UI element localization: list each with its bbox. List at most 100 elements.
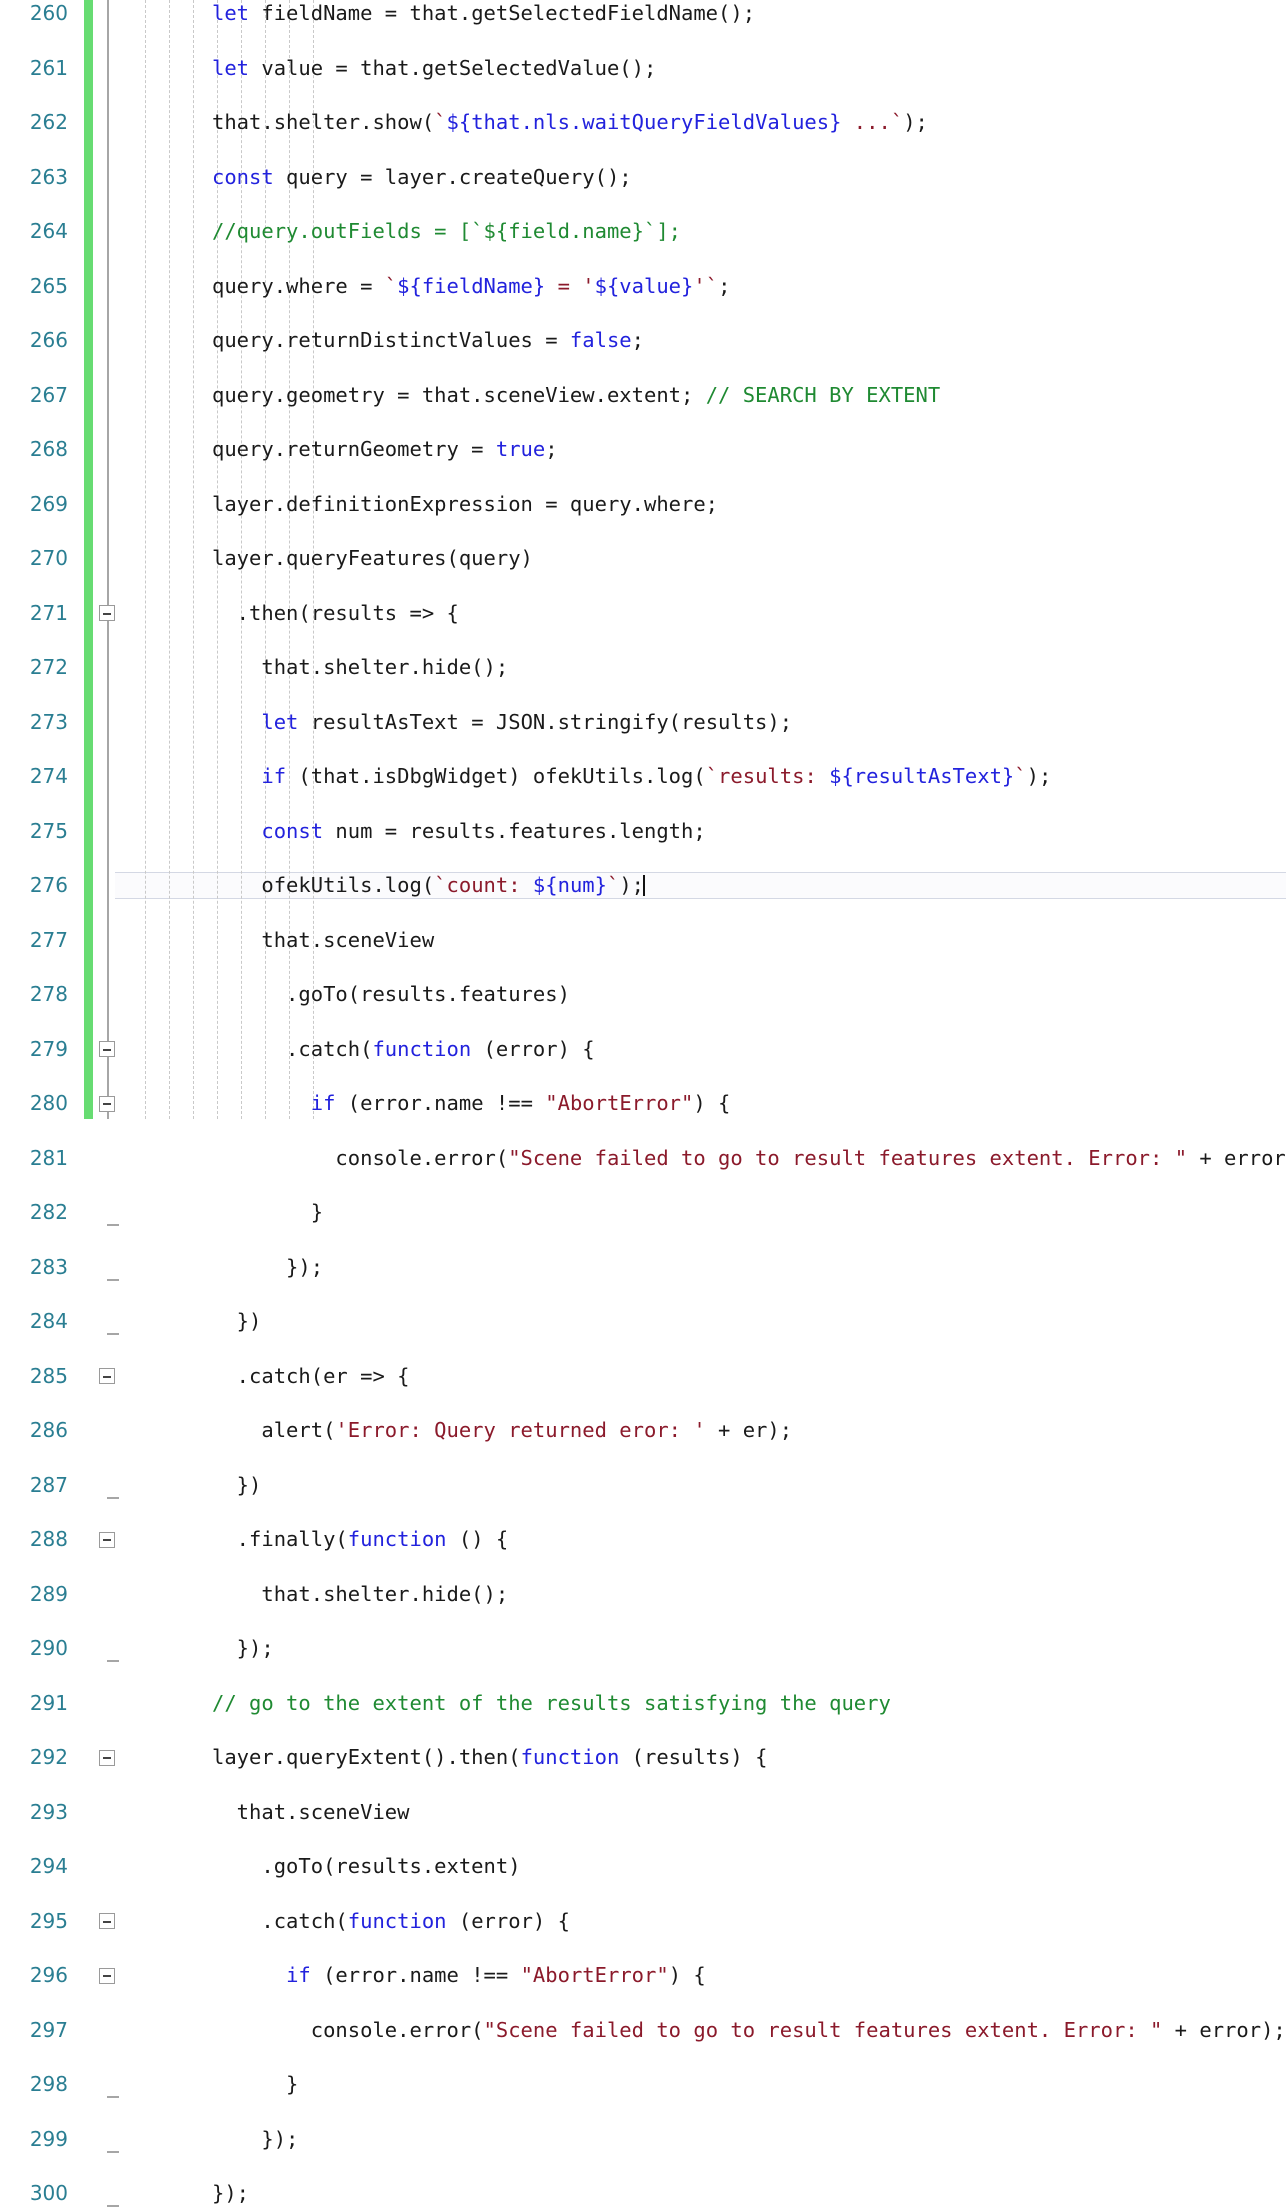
code-text[interactable]: query.returnGeometry = true;	[212, 436, 558, 463]
code-text[interactable]: });	[212, 2180, 249, 2207]
code-text[interactable]: let fieldName = that.getSelectedFieldNam…	[212, 0, 755, 27]
code-text[interactable]: .catch(function (error) {	[212, 1036, 595, 1063]
code-line[interactable]: 287 })	[0, 1472, 1286, 1499]
fold-collapse-icon[interactable]	[99, 1749, 115, 1766]
code-text[interactable]: .goTo(results.features)	[212, 981, 570, 1008]
code-line[interactable]: 269 layer.definitionExpression = query.wh…	[0, 491, 1286, 518]
token-pln: ;	[718, 273, 731, 298]
code-text[interactable]: query.where = `${fieldName} = '${value}'…	[212, 273, 730, 300]
code-text[interactable]: let value = that.getSelectedValue();	[212, 55, 656, 82]
line-number: 281	[29, 1145, 68, 1170]
code-text[interactable]: console.error("Scene failed to go to res…	[212, 1145, 1286, 1172]
code-line[interactable]: 298 }	[0, 2071, 1286, 2098]
fold-collapse-icon[interactable]	[99, 1041, 115, 1057]
code-line[interactable]: 268 query.returnGeometry = true;	[0, 436, 1286, 463]
code-text[interactable]: })	[212, 1472, 262, 1499]
code-text[interactable]: alert('Error: Query returned eror: ' + e…	[212, 1417, 792, 1444]
code-line[interactable]: 276 ofekUtils.log(`count: ${num}`);	[0, 872, 1286, 900]
code-text[interactable]: layer.queryExtent().then(function (resul…	[212, 1744, 767, 1771]
code-line[interactable]: 273 let resultAsText = JSON.stringify(re…	[0, 709, 1286, 736]
code-text[interactable]: // go to the extent of the results satis…	[212, 1690, 891, 1717]
code-line[interactable]: 272 that.shelter.hide();	[0, 654, 1286, 681]
code-text[interactable]: const num = results.features.length;	[212, 818, 705, 845]
code-line[interactable]: 261 let value = that.getSelectedValue();	[0, 55, 1286, 82]
code-text[interactable]: .catch(er => {	[212, 1363, 410, 1390]
fold-collapse-icon[interactable]	[99, 1531, 115, 1548]
code-text[interactable]: that.shelter.show(`${that.nls.waitQueryF…	[212, 109, 928, 136]
code-line[interactable]: 286 alert('Error: Query returned eror: '…	[0, 1417, 1286, 1444]
code-line[interactable]: 285 .catch(er => {	[0, 1363, 1286, 1390]
code-text[interactable]: .goTo(results.extent)	[212, 1853, 520, 1880]
line-number: 266	[29, 328, 68, 352]
code-line[interactable]: 260 let fieldName = that.getSelectedField…	[0, 0, 1286, 27]
token-pln: .catch(er => {	[212, 1363, 410, 1388]
code-text[interactable]: })	[212, 1308, 262, 1335]
code-text[interactable]: console.error("Scene failed to go to res…	[212, 2017, 1286, 2044]
code-text[interactable]: }	[212, 1199, 323, 1226]
code-line[interactable]: 299 });	[0, 2126, 1286, 2153]
fold-collapse-icon[interactable]	[99, 1095, 115, 1112]
code-line[interactable]: 284 })	[0, 1308, 1286, 1335]
token-pln: .finally(	[212, 1527, 348, 1551]
code-text[interactable]: layer.definitionExpression = query.where…	[212, 491, 718, 518]
code-line[interactable]: 280 if (error.name !== "AbortError") {	[0, 1090, 1286, 1117]
code-text[interactable]: if (error.name !== "AbortError") {	[212, 1962, 706, 1989]
code-editor[interactable]: 260 let fieldName = that.getSelectedField…	[0, 0, 1286, 2207]
code-line[interactable]: 288 .finally(function () {	[0, 1526, 1286, 1553]
code-text[interactable]: let resultAsText = JSON.stringify(result…	[212, 709, 792, 736]
code-text[interactable]: });	[212, 1635, 274, 1662]
fold-collapse-icon[interactable]	[99, 1913, 115, 1929]
code-line[interactable]: 263 const query = layer.createQuery();	[0, 164, 1286, 191]
code-text[interactable]: that.sceneView	[212, 1799, 410, 1826]
vcs-added-change-bar[interactable]	[84, 0, 93, 1119]
code-line[interactable]: 270 layer.queryFeatures(query)	[0, 545, 1286, 572]
code-line[interactable]: 265 query.where = `${fieldName} = '${valu…	[0, 273, 1286, 300]
fold-collapse-icon[interactable]	[99, 1368, 115, 1384]
code-text[interactable]: }	[212, 2071, 298, 2098]
code-text[interactable]: .catch(function (error) {	[212, 1908, 570, 1935]
code-line[interactable]: 277 that.sceneView	[0, 927, 1286, 954]
code-line[interactable]: 300});	[0, 2180, 1286, 2207]
code-line[interactable]: 290 });	[0, 1635, 1286, 1662]
token-tpl: '`	[693, 273, 719, 298]
code-line[interactable]: 266 query.returnDistinctValues = false;	[0, 327, 1286, 354]
code-text[interactable]: .then(results => {	[212, 600, 459, 627]
code-text[interactable]: ofekUtils.log(`count: ${num}`);	[212, 872, 646, 899]
code-line[interactable]: 271 .then(results => {	[0, 600, 1286, 627]
code-text[interactable]: //query.outFields = [`${field.name}`];	[212, 218, 681, 245]
code-line[interactable]: 293 that.sceneView	[0, 1799, 1286, 1826]
code-text[interactable]: });	[212, 2126, 298, 2153]
code-line[interactable]: 297 console.error("Scene failed to go to…	[0, 2017, 1286, 2044]
code-line[interactable]: 292 layer.queryExtent().then(function (re…	[0, 1744, 1286, 1771]
code-text[interactable]: .finally(function () {	[212, 1526, 509, 1553]
code-line[interactable]: 282 }	[0, 1199, 1286, 1226]
fold-collapse-icon[interactable]	[99, 1967, 115, 1984]
code-line[interactable]: 291 // go to the extent of the results sa…	[0, 1690, 1286, 1717]
fold-collapse-icon[interactable]	[99, 605, 115, 621]
code-line[interactable]: 278 .goTo(results.features)	[0, 981, 1286, 1008]
code-line[interactable]: 289 that.shelter.hide();	[0, 1581, 1286, 1608]
code-text[interactable]: if (error.name !== "AbortError") {	[212, 1090, 731, 1117]
code-lines[interactable]: 260 let fieldName = that.getSelectedField…	[0, 0, 1286, 2207]
code-line[interactable]: 267 query.geometry = that.sceneView.exten…	[0, 382, 1286, 409]
code-text[interactable]: that.shelter.hide();	[212, 654, 508, 681]
code-line[interactable]: 294 .goTo(results.extent)	[0, 1853, 1286, 1880]
code-text[interactable]: const query = layer.createQuery();	[212, 164, 632, 191]
code-line[interactable]: 279 .catch(function (error) {	[0, 1036, 1286, 1063]
code-text[interactable]: query.returnDistinctValues = false;	[212, 327, 644, 354]
code-text[interactable]: query.geometry = that.sceneView.extent; …	[212, 382, 940, 409]
code-text[interactable]: layer.queryFeatures(query)	[212, 545, 533, 572]
code-line[interactable]: 281 console.error("Scene failed to go to…	[0, 1145, 1286, 1172]
code-text[interactable]: if (that.isDbgWidget) ofekUtils.log(`res…	[212, 763, 1051, 790]
code-text[interactable]: that.sceneView	[212, 927, 434, 954]
code-line[interactable]: 274 if (that.isDbgWidget) ofekUtils.log(…	[0, 763, 1286, 790]
line-number: 289	[29, 1581, 68, 1606]
code-text[interactable]: that.shelter.hide();	[212, 1581, 508, 1608]
code-line[interactable]: 295 .catch(function (error) {	[0, 1908, 1286, 1935]
code-text[interactable]: });	[212, 1254, 323, 1281]
code-line[interactable]: 275 const num = results.features.length;	[0, 818, 1286, 845]
code-line[interactable]: 283 });	[0, 1254, 1286, 1281]
code-line[interactable]: 264 //query.outFields = [`${field.name}`]…	[0, 218, 1286, 245]
code-line[interactable]: 262 that.shelter.show(`${that.nls.waitQue…	[0, 109, 1286, 136]
code-line[interactable]: 296 if (error.name !== "AbortError") {	[0, 1962, 1286, 1989]
